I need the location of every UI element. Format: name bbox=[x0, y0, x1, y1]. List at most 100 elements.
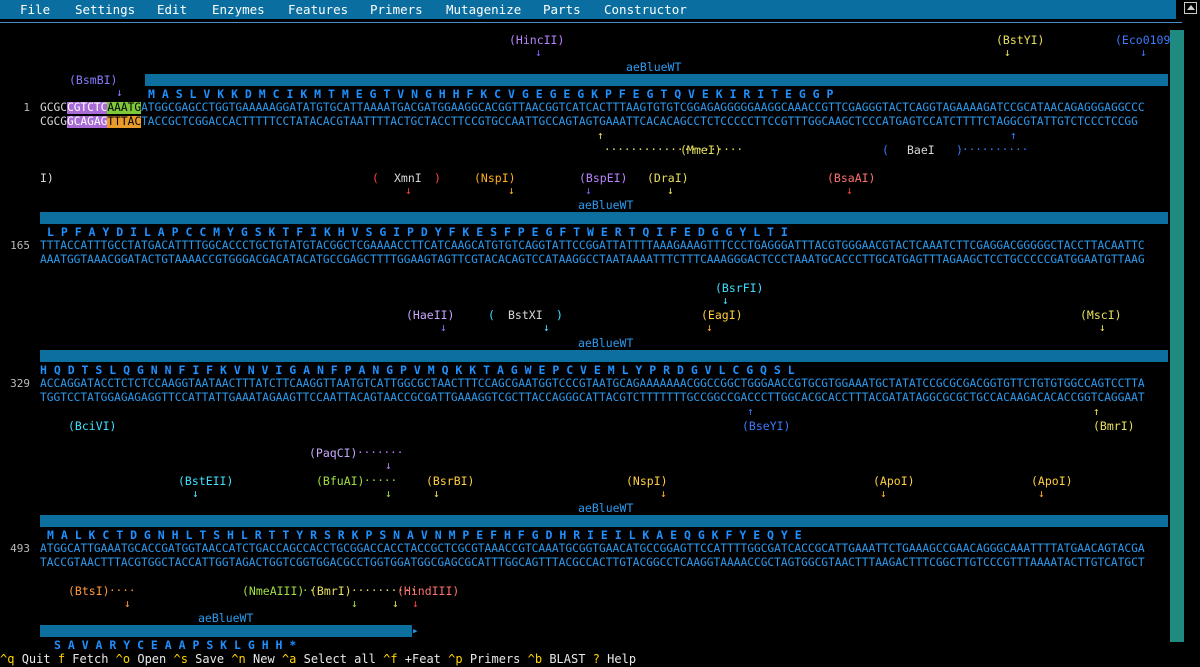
feature-label[interactable]: aeBlueWT bbox=[578, 502, 633, 514]
enzyme-bmri-2[interactable]: (BmrI) bbox=[310, 585, 352, 597]
menu-mutagenize[interactable]: Mutagenize bbox=[446, 2, 521, 17]
shortcut-blast[interactable]: BLAST bbox=[549, 652, 585, 666]
enzyme-bseyi[interactable]: (BseYI) bbox=[742, 420, 790, 432]
enzyme-haeii[interactable]: (HaeII) bbox=[406, 309, 454, 321]
seq-segment: TACCGCTCGGACCACTTTTTCCTATACACGTAATTTTACT… bbox=[141, 116, 1138, 128]
feature-label[interactable]: aeBlueWT bbox=[578, 199, 633, 211]
dna-bottom-strand[interactable]: CGCGGCAGAGTTTACTACCGCTCGGACCACTTTTTCCTAT… bbox=[40, 116, 1168, 128]
enzyme-baei[interactable]: BaeI bbox=[907, 144, 935, 156]
enzyme-bsmbi[interactable]: (BsmBI) bbox=[69, 74, 117, 86]
shortcut-key: ^f bbox=[383, 652, 398, 666]
menu-primers[interactable]: Primers bbox=[370, 2, 423, 17]
dna-top-strand[interactable]: ACCAGGATACCTCTCTCCAAGGTAATAACTTTATCTTCAA… bbox=[40, 378, 1168, 390]
enzyme-bstxi[interactable]: BstXI bbox=[508, 309, 543, 321]
feature-bar[interactable] bbox=[145, 74, 1168, 86]
menu-settings[interactable]: Settings bbox=[75, 2, 135, 17]
dna-top-strand[interactable]: TTTACCATTTGCCTATGACATTTTGGCACCCTGCTGTATG… bbox=[40, 240, 1168, 252]
enzyme-bspei[interactable]: (BspEI) bbox=[579, 172, 627, 184]
shortcut-quit[interactable]: Quit bbox=[22, 652, 51, 666]
scrollbar-thumb[interactable] bbox=[1170, 30, 1184, 642]
enzyme-baei-open: ( bbox=[882, 143, 889, 157]
line-number: 493 bbox=[10, 542, 30, 555]
enzyme-mmei[interactable]: (MmeI) bbox=[680, 144, 722, 156]
enzyme-range-dots: ······· bbox=[357, 446, 404, 459]
enzyme-btsi[interactable]: (BtsI) bbox=[68, 585, 110, 597]
enzyme-bsrbi[interactable]: (BsrBI) bbox=[426, 475, 474, 487]
cut-arrow-icon: ↓ bbox=[392, 597, 399, 610]
menu-features[interactable]: Features bbox=[288, 2, 348, 17]
enzyme-msci[interactable]: (MscI) bbox=[1080, 309, 1122, 321]
cut-arrow-icon: ↓ bbox=[124, 597, 131, 610]
line-number: 165 bbox=[10, 239, 30, 252]
feature-bar[interactable] bbox=[40, 515, 1168, 527]
shortcut-select-all[interactable]: Select all bbox=[304, 652, 376, 666]
enzyme-bcivi[interactable]: (BciVI) bbox=[68, 420, 116, 432]
feature-bar[interactable] bbox=[40, 212, 1168, 224]
enzyme-apoi-2[interactable]: (ApoI) bbox=[1031, 475, 1073, 487]
enzyme-bsteii[interactable]: (BstEII) bbox=[178, 475, 233, 487]
menu-edit[interactable]: Edit bbox=[157, 2, 187, 17]
enzyme-eagi[interactable]: (EagI) bbox=[701, 309, 743, 321]
enzyme-bfuai[interactable]: (BfuAI) bbox=[316, 475, 364, 487]
enzyme-bsaai[interactable]: (BsaAI) bbox=[827, 172, 875, 184]
enzyme-partial[interactable]: I) bbox=[40, 172, 54, 184]
menu-constructor[interactable]: Constructor bbox=[604, 2, 687, 17]
shortcut-key: f bbox=[57, 652, 66, 666]
menu-enzymes[interactable]: Enzymes bbox=[212, 2, 265, 17]
menu-parts[interactable]: Parts bbox=[543, 2, 581, 17]
feature-bar[interactable] bbox=[40, 625, 412, 637]
enzyme-paqci[interactable]: (PaqCI) bbox=[309, 447, 357, 459]
enzyme-hindiii[interactable]: (HindIII) bbox=[397, 585, 459, 597]
dna-bottom-strand[interactable]: TACCGTAACTTTACGTGGCTACCATTGGTAGACTGGTCGG… bbox=[40, 557, 1168, 569]
dna-top-strand[interactable]: ATGGCATTGAAATGCACCGATGGTAACCATCTGACCAGCC… bbox=[40, 543, 1168, 555]
amino-acid-row: L P F A Y D I L A P C C M Y G S K T F I … bbox=[47, 226, 788, 238]
seq-segment: GCGC bbox=[40, 102, 67, 114]
cut-arrow-icon: ↓ bbox=[846, 184, 853, 197]
enzyme-apoi[interactable]: (ApoI) bbox=[873, 475, 915, 487]
enzyme-bsrfi[interactable]: (BsrFI) bbox=[715, 282, 763, 294]
shortcut-key: ^a bbox=[281, 652, 297, 666]
enzyme-nspi-2[interactable]: (NspI) bbox=[626, 475, 668, 487]
shortcut-open[interactable]: Open bbox=[137, 652, 166, 666]
enzyme-xmni[interactable]: XmnI bbox=[394, 172, 422, 184]
menu-file[interactable]: File bbox=[20, 2, 50, 17]
dna-bottom-strand[interactable]: AAATGGTAAACGGATACTGTAAAACCGTGGGACGACATAC… bbox=[40, 254, 1168, 266]
enzyme-hincii[interactable]: (HincII) bbox=[509, 34, 564, 46]
cut-arrow-icon: ↓ bbox=[722, 294, 729, 307]
enzyme-xmni-close: ) bbox=[434, 171, 441, 185]
enzyme-bmri[interactable]: (BmrI) bbox=[1093, 420, 1135, 432]
enzyme-bstyi[interactable]: (BstYI) bbox=[996, 34, 1044, 46]
cut-arrow-icon: ↓ bbox=[351, 597, 358, 610]
feature-end-arrow-icon: ▸ bbox=[412, 624, 419, 637]
shortcut-new[interactable]: New bbox=[253, 652, 275, 666]
enzyme-nspi[interactable]: (NspI) bbox=[474, 172, 516, 184]
cut-arrow-icon: ↑ bbox=[1093, 405, 1100, 418]
shortcut-help[interactable]: Help bbox=[607, 652, 636, 666]
feature-label[interactable]: aeBlueWT bbox=[578, 337, 633, 349]
feature-label[interactable]: aeBlueWT bbox=[626, 61, 681, 73]
shortcut-primers[interactable]: Primers bbox=[470, 652, 521, 666]
seq-segment: ATGGCGAGCCTGGTGAAAAAGGATATGTGCATTAAAATGA… bbox=[141, 102, 1145, 114]
enzyme-range-dots: ···· bbox=[109, 584, 136, 597]
enzyme-drai[interactable]: (DraI) bbox=[647, 172, 689, 184]
amino-acid-row: S A V A R Y C E A A P S K L G H H * bbox=[54, 639, 297, 651]
scroll-up-icon[interactable] bbox=[1184, 2, 1197, 14]
seq-highlight: TTTAC bbox=[107, 116, 142, 128]
feature-label[interactable]: aeBlueWT bbox=[198, 612, 253, 624]
shortcut-key: ^s bbox=[173, 652, 188, 666]
shortcut-fetch[interactable]: Fetch bbox=[72, 652, 108, 666]
shortcut-key: ^p bbox=[448, 652, 463, 666]
cut-arrow-icon: ↓ bbox=[585, 184, 592, 197]
dna-top-strand[interactable]: GCGCCGTCTCAAATGATGGCGAGCCTGGTGAAAAAGGATA… bbox=[40, 102, 1168, 114]
enzyme-eco0109[interactable]: (Eco0109 bbox=[1115, 34, 1170, 46]
cut-arrow-icon: ↓ bbox=[1099, 321, 1106, 334]
cut-arrow-icon: ↓ bbox=[543, 321, 550, 334]
shortcut-add-feature[interactable]: +Feat bbox=[405, 652, 441, 666]
enzyme-nmeaiii[interactable]: (NmeAIII) bbox=[242, 585, 304, 597]
cut-arrow-icon: ↑ bbox=[1010, 129, 1017, 142]
dna-bottom-strand[interactable]: TGGTCCTATGGAGAGAGGTTCCATTATTGAAATAGAAGTT… bbox=[40, 392, 1168, 404]
feature-bar[interactable] bbox=[40, 350, 1168, 362]
shortcut-save[interactable]: Save bbox=[195, 652, 224, 666]
cut-arrow-icon: ↓ bbox=[706, 321, 713, 334]
cut-arrow-icon: ↓ bbox=[1038, 487, 1045, 500]
